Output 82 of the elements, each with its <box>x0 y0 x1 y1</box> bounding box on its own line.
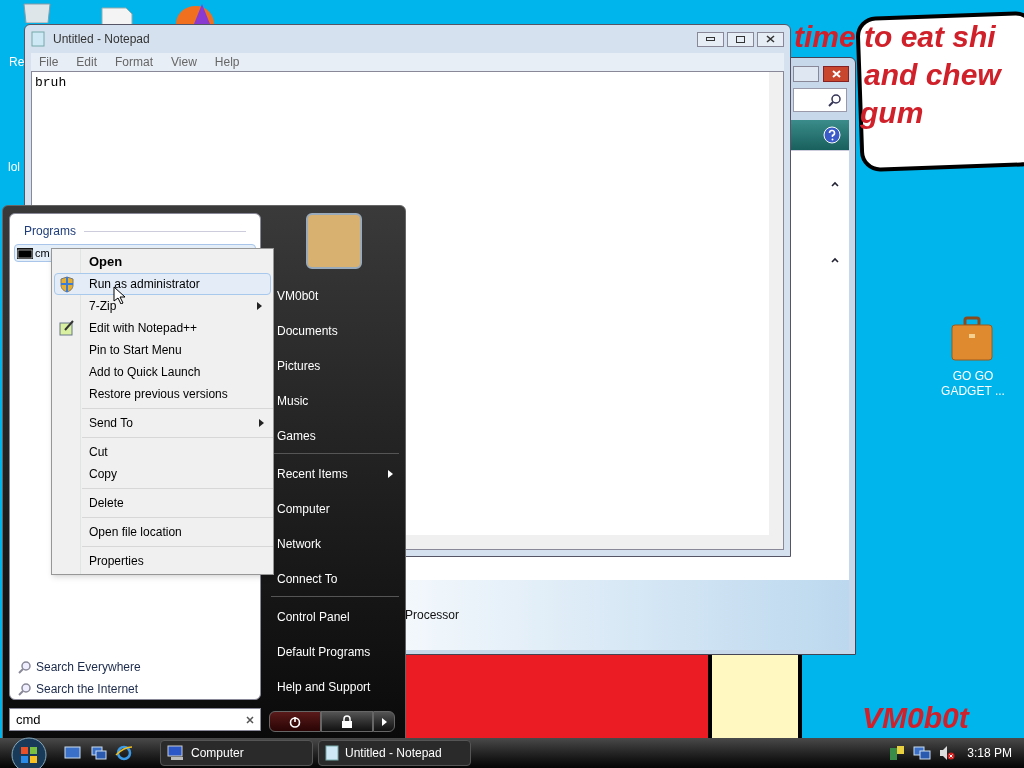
start-menu-link[interactable]: Control Panel <box>271 599 399 634</box>
context-menu-item[interactable]: Open <box>54 251 271 273</box>
maximize-button[interactable] <box>727 31 754 47</box>
context-menu-item[interactable]: 7-Zip <box>54 295 271 317</box>
start-menu-link[interactable]: Music <box>271 383 399 418</box>
start-menu-link[interactable]: Connect To <box>271 561 399 596</box>
submenu-arrow-icon <box>381 717 387 726</box>
help-icon[interactable] <box>823 126 841 144</box>
clear-icon[interactable] <box>246 715 254 724</box>
document-text: bruh <box>35 74 67 92</box>
collapse-icon[interactable] <box>831 181 839 187</box>
search-link[interactable]: Search the Internet <box>18 680 141 698</box>
start-menu-link[interactable]: VM0b0t <box>271 278 399 313</box>
context-menu-item[interactable]: Edit with Notepad++ <box>54 317 271 339</box>
vertical-scrollbar[interactable] <box>769 72 783 535</box>
briefcase-icon[interactable] <box>950 316 994 362</box>
clock[interactable]: 3:18 PM <box>967 744 1012 762</box>
start-menu-link[interactable]: Pictures <box>271 348 399 383</box>
lock-button[interactable] <box>321 711 373 732</box>
submenu-arrow-icon <box>388 469 393 478</box>
start-menu-link[interactable]: Default Programs <box>271 634 399 669</box>
submenu-arrow-icon <box>259 419 264 427</box>
window-title: Untitled - Notepad <box>53 31 151 48</box>
taskbar-button[interactable]: Untitled - Notepad <box>318 740 471 766</box>
menu-item[interactable]: Format <box>107 53 162 71</box>
window-switcher-icon[interactable] <box>91 746 107 760</box>
start-menu-link[interactable]: Games <box>271 418 399 453</box>
search-field[interactable] <box>793 88 847 112</box>
context-menu-item[interactable]: Restore previous versions <box>54 383 271 405</box>
start-menu-link[interactable]: Recent Items <box>271 456 399 491</box>
shield-icon <box>59 275 75 293</box>
volume-muted-icon[interactable] <box>939 745 956 761</box>
close-button[interactable] <box>823 66 849 82</box>
maximize-icon <box>736 35 745 43</box>
context-menu-item[interactable]: Copy <box>54 463 273 485</box>
context-menu-item[interactable]: Cut <box>54 441 273 463</box>
browser-icon[interactable] <box>115 745 133 761</box>
context-menu-item[interactable]: Send To <box>54 412 273 434</box>
start-menu-link[interactable]: Documents <box>271 313 399 348</box>
lock-icon <box>341 715 353 728</box>
search-icon <box>828 93 842 107</box>
submenu-arrow-icon <box>257 302 262 310</box>
notepad-icon <box>31 31 45 47</box>
computer-icon <box>167 745 185 761</box>
search-field[interactable]: cmd <box>9 708 261 731</box>
taskbar-button[interactable]: Computer <box>160 740 313 766</box>
close-icon <box>831 70 841 78</box>
close-button[interactable] <box>757 31 784 47</box>
more-options-button[interactable] <box>373 711 395 732</box>
console-icon <box>17 247 33 259</box>
show-desktop-icon[interactable] <box>64 746 81 760</box>
close-icon <box>766 35 775 43</box>
collapse-icon[interactable] <box>831 257 839 263</box>
context-menu-item[interactable]: Run as administrator <box>54 273 271 295</box>
network-icon[interactable] <box>913 745 932 761</box>
context-menu-item[interactable]: Open file location <box>54 521 273 543</box>
wallpaper-text: time to eat shi <box>794 19 996 55</box>
menu-item[interactable]: Help <box>206 53 248 71</box>
search-link[interactable]: Search Everywhere <box>18 658 141 676</box>
wallpaper-text: and chew <box>864 57 1001 93</box>
context-menu-item[interactable]: Delete <box>54 492 273 514</box>
context-menu-item[interactable]: Properties <box>54 550 273 572</box>
minimize-icon <box>706 37 715 41</box>
search-icon <box>18 682 32 696</box>
start-menu-link[interactable]: Help and Support <box>271 669 399 704</box>
wallpaper-signature: VM0b0t <box>862 700 969 736</box>
menu-item[interactable]: Edit <box>68 53 106 71</box>
notepad-icon <box>325 745 339 761</box>
tray-icon[interactable] <box>889 745 906 761</box>
start-button[interactable] <box>8 735 50 768</box>
menu-item[interactable]: View <box>163 53 205 71</box>
context-menu-item[interactable]: Pin to Start Menu <box>54 339 271 361</box>
power-button[interactable] <box>269 711 321 732</box>
notepad-icon <box>59 320 75 336</box>
user-picture <box>306 213 362 269</box>
power-icon <box>289 715 301 728</box>
start-menu-link[interactable]: Computer <box>271 491 399 526</box>
menu-item[interactable]: File <box>31 53 67 71</box>
context-menu-item[interactable]: Add to Quick Launch <box>54 361 271 383</box>
minimize-button[interactable] <box>697 31 724 47</box>
details-text: Processor <box>405 607 460 624</box>
search-icon <box>18 660 32 674</box>
